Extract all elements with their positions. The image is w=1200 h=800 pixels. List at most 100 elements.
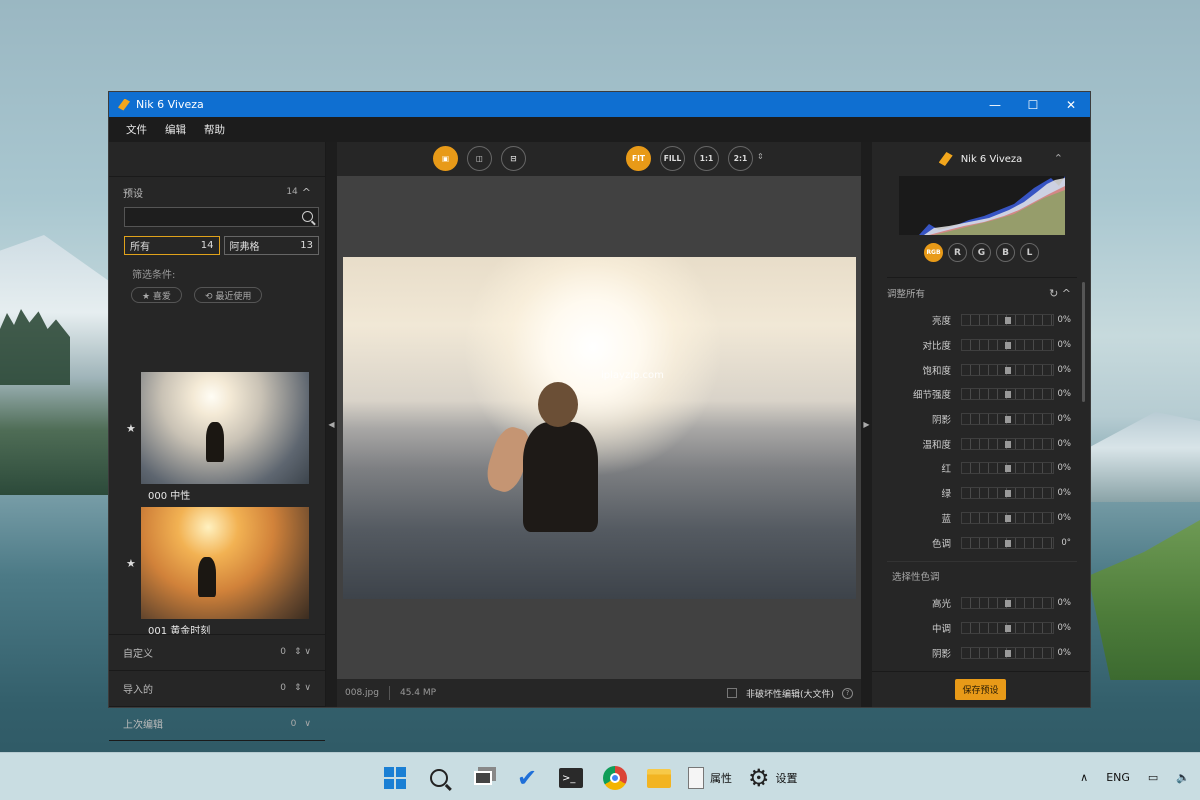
slider-track[interactable] bbox=[961, 646, 1054, 659]
slider-selective-shadows[interactable]: 阴影 0% bbox=[887, 640, 1077, 665]
preset-item[interactable]: ★ 000 中性 bbox=[109, 372, 325, 507]
section-last-edit[interactable]: 上次编辑 0 ∨ bbox=[109, 706, 325, 741]
task-view-button[interactable] bbox=[468, 763, 498, 793]
channel-r-button[interactable]: R bbox=[948, 243, 967, 262]
language-indicator[interactable]: ENG bbox=[1106, 771, 1130, 784]
slider-track[interactable] bbox=[961, 363, 1054, 376]
slider-track[interactable] bbox=[961, 437, 1054, 450]
presets-count: 14 bbox=[286, 187, 298, 197]
maximize-button[interactable]: ☐ bbox=[1014, 92, 1052, 117]
menu-help[interactable]: 帮助 bbox=[195, 122, 234, 137]
title-bar[interactable]: Nik 6 Viveza — ☐ ✕ bbox=[109, 92, 1090, 117]
nondestructive-checkbox[interactable] bbox=[726, 688, 737, 698]
sort-chevron-icon[interactable]: ⇕ ∨ bbox=[294, 683, 311, 693]
close-button[interactable]: ✕ bbox=[1052, 92, 1090, 117]
single-view-icon[interactable]: ▣ bbox=[433, 146, 458, 171]
slider-structure[interactable]: 细节强度 0% bbox=[887, 382, 1077, 407]
properties-window-button[interactable]: 属性 bbox=[688, 763, 732, 793]
selective-tone-header[interactable]: 选择性色调 bbox=[887, 560, 1077, 591]
preview-photo[interactable]: iplayzip.com bbox=[343, 257, 856, 599]
minimize-button[interactable]: — bbox=[976, 92, 1014, 117]
save-preset-button[interactable]: 保存预设 bbox=[955, 679, 1006, 700]
collapse-left-panel-button[interactable]: ◀ bbox=[326, 142, 337, 707]
chevron-down-icon[interactable]: ∨ bbox=[304, 719, 311, 729]
preset-item[interactable]: ★ 001 黄金时刻 bbox=[109, 507, 325, 634]
chevron-up-icon[interactable]: ∧ bbox=[1080, 771, 1088, 784]
collapse-right-panel-button[interactable]: ▶ bbox=[861, 142, 872, 707]
side-by-side-view-icon[interactable]: ⊟ bbox=[501, 146, 526, 171]
slider-value: 0% bbox=[1057, 598, 1072, 609]
menu-file[interactable]: 文件 bbox=[117, 122, 156, 137]
slider-track[interactable] bbox=[961, 597, 1054, 610]
section-custom[interactable]: 自定义 0 ⇕ ∨ bbox=[109, 634, 325, 669]
slider-track[interactable] bbox=[961, 462, 1054, 475]
slider-green[interactable]: 绿 0% bbox=[887, 481, 1077, 506]
panel-scrollbar[interactable] bbox=[1082, 282, 1085, 402]
search-button[interactable] bbox=[424, 763, 454, 793]
adjust-all-label: 调整所有 bbox=[887, 289, 926, 300]
zoom-fit-button[interactable]: FIT bbox=[626, 146, 651, 171]
reset-collapse-icon[interactable]: ↻ ^ bbox=[1049, 287, 1071, 300]
collapse-icon[interactable]: ⌃ bbox=[1054, 152, 1063, 165]
slider-value: 0% bbox=[1057, 622, 1072, 633]
menu-edit[interactable]: 编辑 bbox=[156, 122, 195, 137]
channel-l-button[interactable]: L bbox=[1020, 243, 1039, 262]
tab-afgo[interactable]: 阿弗格 13 bbox=[223, 236, 319, 255]
slider-shadows[interactable]: 阴影 0% bbox=[887, 407, 1077, 432]
preset-thumbnail[interactable] bbox=[141, 507, 309, 619]
section-last-edit-label: 上次编辑 bbox=[123, 720, 163, 731]
star-icon[interactable]: ★ bbox=[126, 422, 136, 435]
settings-window-button[interactable]: ⚙ 设置 bbox=[748, 763, 798, 793]
tab-all[interactable]: 所有 14 bbox=[124, 236, 220, 255]
slider-track[interactable] bbox=[961, 487, 1054, 500]
channel-rgb-button[interactable]: RGB bbox=[924, 243, 943, 262]
slider-hue[interactable]: 色调 0° bbox=[887, 530, 1077, 555]
zoom-2to1-button[interactable]: 2:1 bbox=[728, 146, 753, 171]
sort-chevron-icon[interactable]: ⇕ ∨ bbox=[294, 647, 311, 657]
slider-midtones[interactable]: 中调 0% bbox=[887, 616, 1077, 641]
image-canvas[interactable]: iplayzip.com bbox=[337, 176, 861, 679]
section-imported[interactable]: 导入的 0 ⇕ ∨ bbox=[109, 670, 325, 705]
recent-filter-button[interactable]: ⟲ 最近使用 bbox=[193, 287, 263, 303]
slider-track[interactable] bbox=[961, 388, 1054, 401]
search-icon[interactable] bbox=[302, 211, 313, 222]
slider-track[interactable] bbox=[961, 314, 1054, 327]
zoom-stepper-icon[interactable]: ⇕ bbox=[757, 152, 764, 161]
zoom-1to1-button[interactable]: 1:1 bbox=[694, 146, 719, 171]
slider-value: 0% bbox=[1057, 340, 1072, 351]
collapse-icon[interactable]: ^ bbox=[302, 186, 311, 199]
slider-blue[interactable]: 蓝 0% bbox=[887, 506, 1077, 531]
chrome-button[interactable] bbox=[600, 763, 630, 793]
channel-g-button[interactable]: G bbox=[972, 243, 991, 262]
preset-thumbnail[interactable] bbox=[141, 372, 309, 484]
network-icon[interactable]: ▭ bbox=[1148, 771, 1158, 784]
todo-app-button[interactable]: ✔ bbox=[512, 763, 542, 793]
nondestructive-label: 非破坏性编辑(大文件) bbox=[745, 689, 834, 700]
checkmark-icon: ✔ bbox=[516, 764, 538, 792]
slider-track[interactable] bbox=[961, 536, 1054, 549]
presets-header[interactable]: 预设 14 ^ bbox=[109, 177, 325, 207]
slider-track[interactable] bbox=[961, 621, 1054, 634]
slider-highlights[interactable]: 高光 0% bbox=[887, 591, 1077, 616]
photo-figure-head bbox=[538, 382, 578, 427]
wallpaper-grass bbox=[1088, 520, 1200, 680]
split-view-icon[interactable]: ◫ bbox=[467, 146, 492, 171]
slider-brightness[interactable]: 亮度 0% bbox=[887, 308, 1077, 333]
volume-icon[interactable]: 🔈 bbox=[1176, 771, 1190, 784]
help-icon[interactable]: ? bbox=[842, 687, 853, 699]
preset-search-input[interactable] bbox=[124, 207, 319, 227]
slider-red[interactable]: 红 0% bbox=[887, 456, 1077, 481]
favorites-filter-button[interactable]: ★ 喜爱 bbox=[131, 287, 182, 303]
slider-warmth[interactable]: 温和度 0% bbox=[887, 431, 1077, 456]
star-icon[interactable]: ★ bbox=[126, 557, 136, 570]
zoom-fill-button[interactable]: FILL bbox=[660, 146, 685, 171]
slider-track[interactable] bbox=[961, 413, 1054, 426]
slider-saturation[interactable]: 饱和度 0% bbox=[887, 357, 1077, 382]
channel-b-button[interactable]: B bbox=[996, 243, 1015, 262]
slider-contrast[interactable]: 对比度 0% bbox=[887, 333, 1077, 358]
file-explorer-button[interactable] bbox=[644, 763, 674, 793]
slider-track[interactable] bbox=[961, 339, 1054, 352]
slider-track[interactable] bbox=[961, 511, 1054, 524]
start-button[interactable] bbox=[380, 763, 410, 793]
terminal-button[interactable]: >_ bbox=[556, 763, 586, 793]
